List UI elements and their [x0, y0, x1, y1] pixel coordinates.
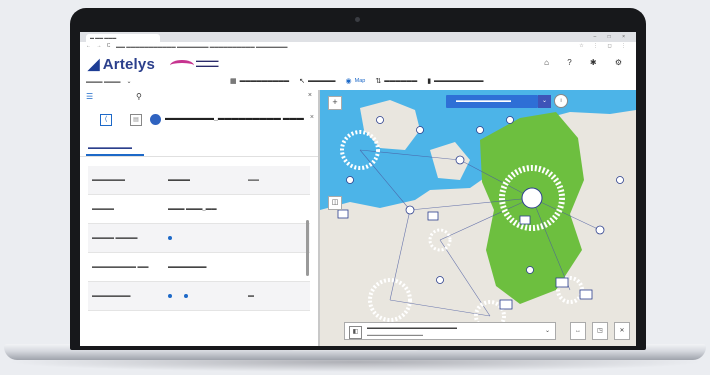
partner-swoosh-icon	[170, 60, 194, 71]
toolbar-item-results[interactable]: ▮ ▬▬▬▬▬▬▬▬▬	[427, 77, 483, 85]
property-value[interactable]: ▬▬▬▬▬▬▬	[168, 264, 207, 270]
map-canvas[interactable]	[320, 90, 636, 346]
color-dot[interactable]	[184, 294, 188, 298]
asset-header: ⟨ ▤ ▬▬▬▬▬▬▬_▬▬▬▬▬▬▬▬▬ ▬▬▬ ×	[80, 110, 318, 132]
asset-type-icon: ◧	[349, 326, 362, 339]
toolbar-item-table[interactable]: ▦ ▬▬▬▬▬▬▬▬▬	[230, 77, 289, 85]
chevron-down-icon: ⌄	[126, 79, 132, 85]
asset-panel: ☰ ⚲ × ⟨ ▤ ▬▬▬▬▬▬▬_▬▬▬▬▬▬▬▬▬ ▬▬▬ × ▬▬▬▬▬▬…	[80, 90, 320, 346]
brand-name: Artelys	[102, 56, 156, 73]
workspace-select-value: ▬▬▬ ▬▬▬	[86, 79, 121, 85]
browser-nav-buttons[interactable]: ← → C	[86, 43, 112, 49]
asset-close-icon[interactable]: ×	[310, 114, 314, 121]
map-asset-selector[interactable]: ◧ ▬▬▬▬▬▬▬▬▬▬▬▬▬▬▬▬▬▬ ▬▬▬▬▬▬▬▬▬▬▬▬▬▬ ⌄	[344, 322, 556, 340]
close-icon[interactable]: ×	[308, 92, 312, 99]
property-key: ▬▬▬▬	[92, 206, 114, 212]
property-row: ▬▬▬▬ ▬▬▬ ▬▬▬_▬▬	[88, 195, 310, 224]
property-key: ▬▬▬▬▬▬▬	[92, 293, 131, 299]
main-toolbar: ▬▬▬ ▬▬▬ ⌄ ▦ ▬▬▬▬▬▬▬▬▬ ↖ ▬▬▬▬▬ ◉ Map ⇅ ▬▬▬▬▬▬ …	[80, 74, 636, 91]
brand-logo[interactable]: ◢ Artelys	[88, 55, 155, 73]
property-row: ▬▬▬▬▬▬▬▬ ▬▬ ▬▬▬▬▬▬▬	[88, 253, 310, 282]
properties-table: ▬▬▬▬▬▬ ▬▬▬▬ ▬▬ ▬▬▬▬ ▬▬▬ ▬▬▬_▬▬ ▬▬▬▬ ▬▬▬▬…	[88, 166, 310, 311]
panel-top-bar: ☰ ⚲ ×	[80, 90, 318, 104]
property-key: ▬▬▬▬▬▬▬▬ ▬▬	[92, 264, 149, 270]
toolbar-item-label: ▬▬▬▬▬▬▬▬▬	[239, 78, 290, 84]
browser-extension-icons[interactable]: ☆ ⋮ ◻ ⋮	[579, 43, 630, 49]
selector-title: ▬▬▬▬▬▬▬▬▬▬▬▬▬▬▬▬▬▬	[367, 325, 457, 331]
toolbar-item-label: ▬▬▬▬▬	[308, 78, 336, 84]
header-icons[interactable]: ⌂ ? ✱ ⚙	[544, 58, 630, 67]
panel-scrollbar[interactable]	[306, 220, 309, 276]
partner-logo: ▬▬▬▬▬ ▬▬▬▬▬	[170, 58, 240, 70]
property-key: ▬▬▬▬ ▬▬▬▬	[92, 235, 138, 241]
partner-logo-text: ▬▬▬▬▬ ▬▬▬▬▬	[196, 58, 219, 68]
layers-button[interactable]: ◫	[328, 196, 342, 210]
flows-icon: ⇅	[375, 78, 382, 85]
property-value[interactable]: ▬▬▬▬	[168, 177, 190, 183]
zoom-in-button[interactable]: +	[328, 96, 342, 110]
browser-tab[interactable]: ▬ ▬▬ ▬▬▬	[86, 34, 160, 42]
window-controls[interactable]: – □ ×	[594, 34, 631, 40]
property-unit: ▬	[248, 293, 254, 299]
globe-icon	[150, 114, 161, 125]
property-row: ▬▬▬▬ ▬▬▬▬	[88, 224, 310, 253]
property-key: ▬▬▬▬▬▬	[92, 177, 125, 183]
chart-icon: ▮	[427, 78, 432, 85]
property-row: ▬▬▬▬▬▬ ▬▬▬▬ ▬▬	[88, 166, 310, 195]
document-icon[interactable]: ▤	[130, 114, 142, 126]
fit-view-button[interactable]: ↔	[570, 322, 586, 340]
toolbar-item-select[interactable]: ↖ ▬▬▬▬▬	[299, 77, 335, 85]
artelys-logo-icon: ◢	[88, 56, 100, 73]
map-icon: ◉	[345, 78, 352, 85]
close-map-button[interactable]: ✕	[614, 322, 630, 340]
camera-icon	[355, 17, 360, 22]
active-tab-underline	[86, 154, 144, 156]
network-map[interactable]: + ◫ ▬▬▬▬▬▬▬▬▬▬ ⌄ i ◧ ▬▬▬▬▬▬▬▬▬▬▬▬▬▬▬▬▬▬ …	[320, 90, 636, 346]
toolbar-item-flows[interactable]: ⇅ ▬▬▬▬▬▬	[375, 77, 417, 85]
toolbar-item-label: ▬▬▬▬▬▬	[384, 78, 418, 84]
app-header: ◢ Artelys ▬▬▬▬▬ ▬▬▬▬▬ ⌂ ? ✱ ⚙	[80, 52, 636, 74]
info-button[interactable]: i	[554, 94, 568, 108]
property-unit: ▬▬	[248, 177, 259, 183]
property-row: ▬▬▬▬▬▬▬ ▬	[88, 282, 310, 311]
fullscreen-button[interactable]: ◳	[592, 322, 608, 340]
map-action-button[interactable]: ▬▬▬▬▬▬▬▬▬▬	[446, 95, 538, 108]
selector-subtitle: ▬▬▬▬▬▬▬▬▬▬▬▬▬▬	[367, 332, 423, 337]
color-dot[interactable]	[168, 294, 172, 298]
toolbar-item-label: ▬▬▬▬▬▬▬▬▬	[434, 78, 484, 84]
back-button[interactable]: ⟨	[100, 114, 112, 126]
tab-properties[interactable]: ▬▬▬▬▬▬▬▬	[88, 145, 132, 151]
table-icon: ▦	[230, 78, 237, 85]
address-bar[interactable]: ▬▬ ▬▬▬▬▬▬▬▬▬▬▬ ▬▬▬▬▬▬▬ ▬▬▬▬▬▬▬▬▬▬ ▬▬▬▬▬▬…	[116, 44, 496, 50]
color-dot[interactable]	[168, 236, 172, 240]
toolbar-item-label: Map	[354, 78, 366, 84]
chevron-down-icon[interactable]: ⌄	[545, 327, 550, 334]
map-action-dropdown[interactable]: ⌄	[538, 95, 551, 108]
laptop-bezel: ▬ ▬▬ ▬▬▬ – □ × ← → C ▬▬ ▬▬▬▬▬▬▬▬▬▬▬ ▬▬▬▬…	[70, 8, 646, 350]
toolbar-items: ▦ ▬▬▬▬▬▬▬▬▬ ↖ ▬▬▬▬▬ ◉ Map ⇅ ▬▬▬▬▬▬ ▮ ▬▬▬▬▬▬▬▬…	[230, 77, 484, 85]
menu-icon[interactable]: ☰	[86, 92, 93, 101]
toolbar-item-map[interactable]: ◉ Map	[346, 77, 366, 85]
browser-tabbar: ▬ ▬▬ ▬▬▬ – □ ×	[80, 32, 636, 42]
laptop-screen: ▬ ▬▬ ▬▬▬ – □ × ← → C ▬▬ ▬▬▬▬▬▬▬▬▬▬▬ ▬▬▬▬…	[80, 32, 636, 346]
asset-name: ▬▬▬▬▬▬▬_▬▬▬▬▬▬▬▬▬ ▬▬▬	[165, 115, 304, 122]
workspace-select[interactable]: ▬▬▬ ▬▬▬ ⌄	[86, 78, 132, 85]
cursor-icon: ↖	[299, 78, 305, 85]
search-icon[interactable]: ⚲	[136, 92, 142, 101]
panel-tabs: ▬▬▬▬▬▬▬▬	[80, 142, 318, 157]
property-value[interactable]: ▬▬▬ ▬▬▬_▬▬	[168, 206, 217, 212]
